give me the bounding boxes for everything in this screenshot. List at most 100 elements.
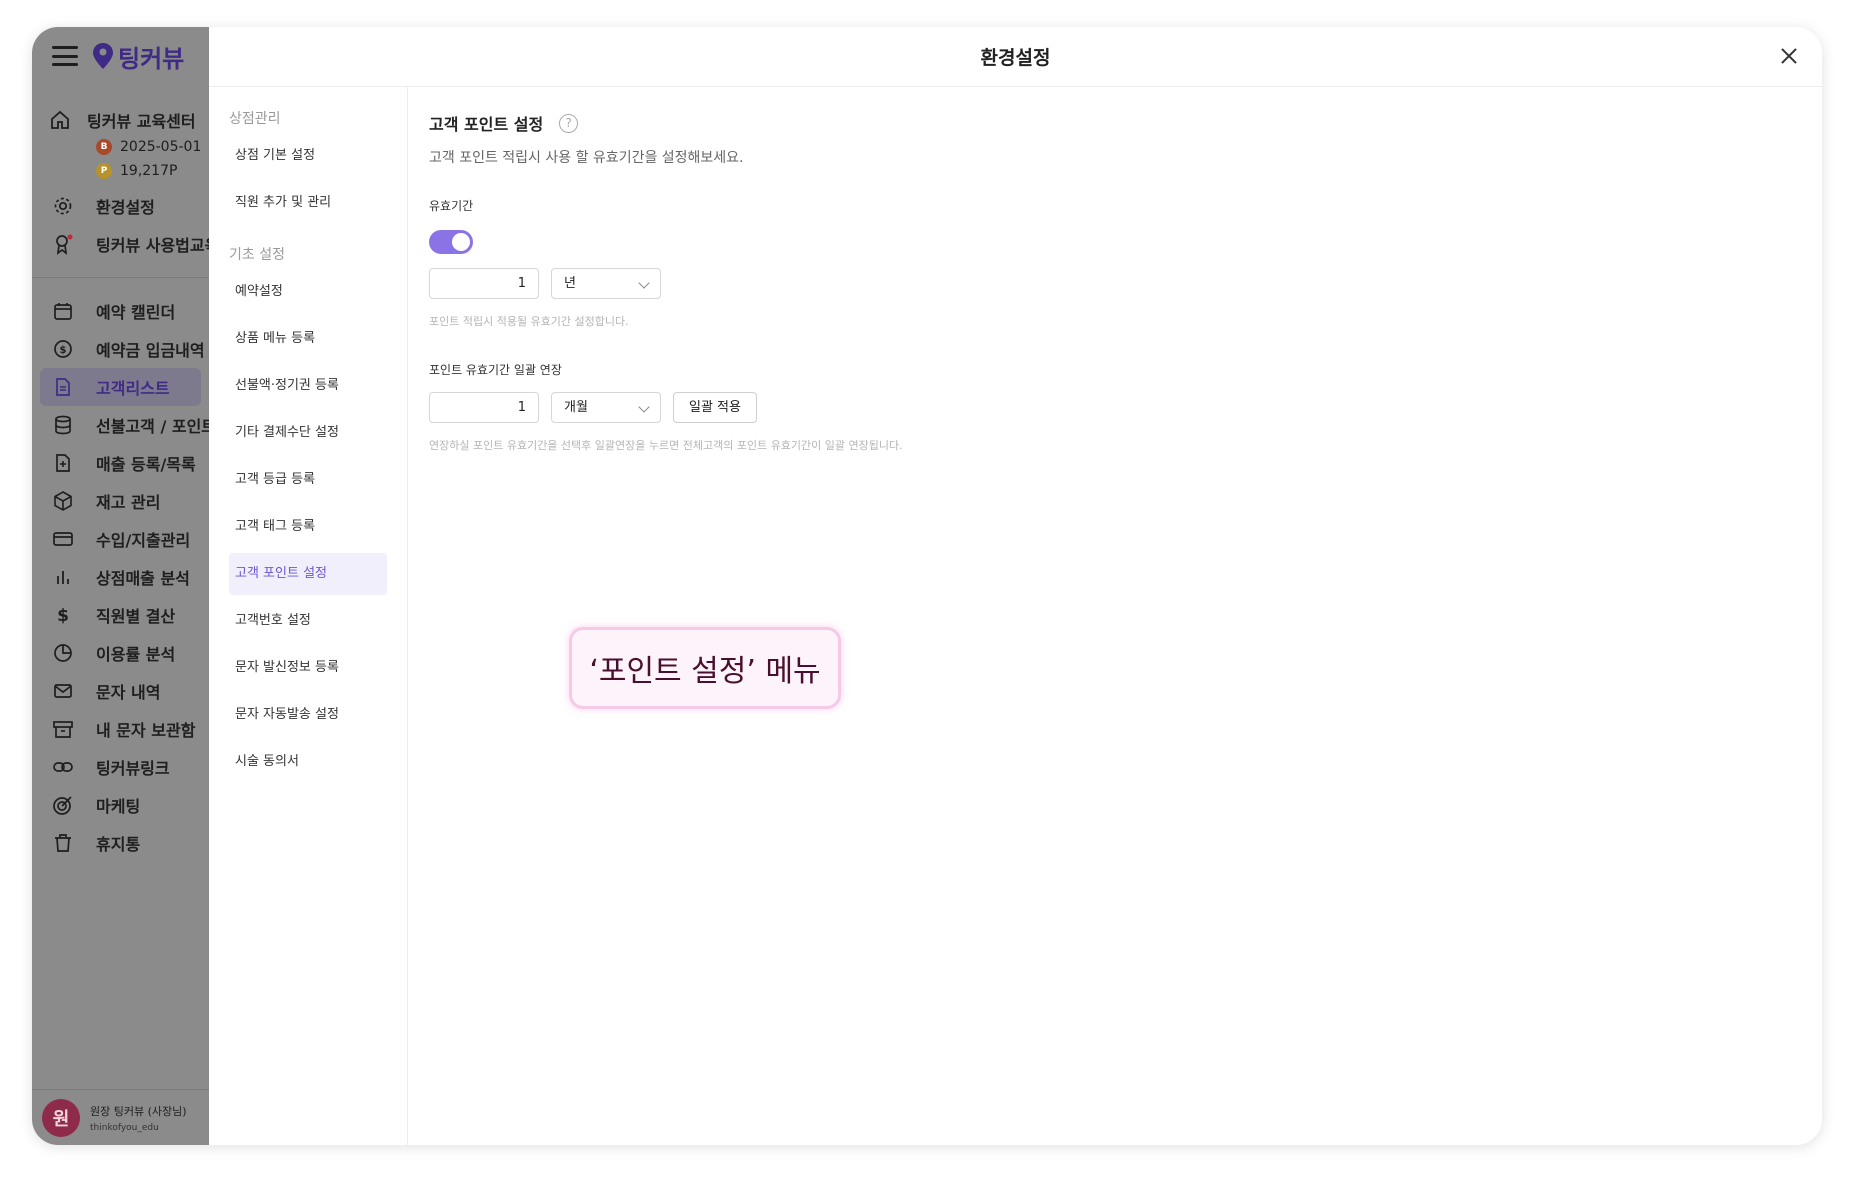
sidebar-item-label: 예약 캘린더 <box>96 303 176 322</box>
user-name: 원장 팅커뷰 (사장님) <box>90 1104 187 1118</box>
settings-nav: 상점관리 상점 기본 설정 직원 추가 및 관리 기초 설정 예약설정 상품 메… <box>209 87 408 1145</box>
card-icon <box>53 532 73 546</box>
svg-text:$: $ <box>57 606 69 626</box>
close-icon[interactable] <box>1776 43 1802 69</box>
sidebar-item-archive[interactable]: 내 문자 보관함 <box>32 710 209 748</box>
store-name: 팅커뷰 교육센터 <box>87 112 196 131</box>
link-icon <box>53 762 73 772</box>
sidebar-item-label: 내 문자 보관함 <box>96 721 196 740</box>
nav-item-auto-send[interactable]: 문자 자동발송 설정 <box>229 694 387 736</box>
sidebar-item-trash[interactable]: 휴지통 <box>32 824 209 862</box>
logo: 팅커뷰 <box>92 39 184 74</box>
hamburger-menu-icon[interactable] <box>52 46 78 66</box>
gear-icon <box>54 197 72 215</box>
validity-input[interactable]: 1 <box>429 268 539 299</box>
extend-hint: 연장하실 포인트 유효기간을 선택후 일괄연장을 누르면 전체고객의 포인트 유… <box>429 439 903 452</box>
sidebar-item-label: 고객리스트 <box>96 379 170 398</box>
user-profile[interactable]: 원 원장 팅커뷰 (사장님) thinkofyou_edu <box>32 1089 209 1145</box>
nav-item-consent[interactable]: 시술 동의서 <box>229 741 387 783</box>
nav-item-product-menu[interactable]: 상품 메뉴 등록 <box>229 318 387 360</box>
store-name-row[interactable]: 팅커뷰 교육센터 <box>49 105 209 135</box>
deposit-icon: $ <box>54 340 72 358</box>
nav-item-store-basic[interactable]: 상점 기본 설정 <box>229 135 387 177</box>
help-icon[interactable]: ? <box>559 113 579 133</box>
points-row: P 19,217P <box>49 159 209 183</box>
bar-chart-icon <box>57 571 69 584</box>
badge-b-icon: B <box>96 139 112 155</box>
point-settings-content: 고객 포인트 설정 ? 고객 포인트 적립시 사용 할 유효기간을 설정해보세요… <box>429 87 1822 1145</box>
sidebar-item-label: 휴지통 <box>96 835 141 854</box>
avatar: 원 <box>42 1098 80 1137</box>
validity-toggle[interactable] <box>429 230 473 254</box>
nav-item-customer-number[interactable]: 고객번호 설정 <box>229 600 387 642</box>
validity-label: 유효기간 <box>429 199 474 213</box>
store-info: 팅커뷰 교육센터 B 2025-05-01 P 19,217P <box>32 85 209 183</box>
sidebar-item-calendar[interactable]: 예약 캘린더 <box>32 292 209 330</box>
nav-item-sender-info[interactable]: 문자 발신정보 등록 <box>229 647 387 689</box>
sidebar-item-link[interactable]: 팅커뷰링크 <box>32 748 209 786</box>
sidebar-item-label: 팅커뷰링크 <box>96 759 170 778</box>
section-title: 고객 포인트 설정 ? <box>429 109 1822 137</box>
extend-label: 포인트 유효기간 일괄 연장 <box>429 363 562 377</box>
section-description: 고객 포인트 적립시 사용 할 유효기간을 설정해보세요. <box>429 150 744 166</box>
nav-item-tag[interactable]: 고객 태그 등록 <box>229 506 387 548</box>
sidebar-item-inventory[interactable]: 재고 관리 <box>32 482 209 520</box>
sidebar-item-sales[interactable]: 매출 등록/목록 <box>32 444 209 482</box>
tutorial-callout: ‘포인트 설정’ 메뉴 <box>569 627 841 709</box>
sidebar-item-settlement[interactable]: $ 직원별 결산 <box>32 596 209 634</box>
sidebar-item-income[interactable]: 수입/지출관리 <box>32 520 209 558</box>
document-icon <box>56 378 70 396</box>
nav-item-staff[interactable]: 직원 추가 및 관리 <box>229 182 387 224</box>
sidebar-item-education[interactable]: 팅커뷰 사용법교육 <box>32 225 219 263</box>
sidebar-item-label: 이용률 분석 <box>96 645 176 664</box>
box-icon <box>54 491 72 511</box>
extend-input[interactable]: 1 <box>429 392 539 423</box>
trash-icon <box>55 834 71 852</box>
sidebar-item-label: 수입/지출관리 <box>96 531 191 550</box>
sidebar-item-marketing[interactable]: 마케팅 <box>32 786 209 824</box>
apply-all-button[interactable]: 일괄 적용 <box>673 392 757 423</box>
nav-item-grade[interactable]: 고객 등급 등록 <box>229 459 387 501</box>
nav-group-basic: 기초 설정 <box>229 247 285 263</box>
svg-text:$: $ <box>60 345 67 356</box>
nav-item-point[interactable]: 고객 포인트 설정 <box>229 553 387 595</box>
sidebar-item-messages[interactable]: 문자 내역 <box>32 672 209 710</box>
sidebar-item-deposit[interactable]: $ 예약금 입금내역 <box>32 330 209 368</box>
section-title-text: 고객 포인트 설정 <box>429 115 544 134</box>
sidebar-item-customers[interactable]: 고객리스트 <box>40 368 201 406</box>
sidebar-divider <box>32 277 209 278</box>
nav-item-payment[interactable]: 기타 결제수단 설정 <box>229 412 387 454</box>
sidebar-item-label: 상점매출 분석 <box>96 569 190 588</box>
sidebar-item-analysis[interactable]: 상점매출 분석 <box>32 558 209 596</box>
points-value: 19,217P <box>120 163 178 179</box>
modal-title: 환경설정 <box>980 47 1051 69</box>
badge-p-icon: P <box>96 163 112 179</box>
nav-group-store: 상점관리 <box>229 111 281 127</box>
sidebar-item-label: 예약금 입금내역 <box>96 341 205 360</box>
file-plus-icon <box>56 454 70 472</box>
sidebar-item-label: 문자 내역 <box>96 683 161 702</box>
logo-text: 팅커뷰 <box>118 44 185 73</box>
award-icon <box>56 234 73 255</box>
logo-pin-icon <box>93 43 113 69</box>
sidebar-item-label: 환경설정 <box>96 198 155 217</box>
sidebar-item-label: 매출 등록/목록 <box>96 455 196 474</box>
pie-chart-icon <box>54 644 72 662</box>
mail-icon <box>54 684 72 698</box>
user-id: thinkofyou_edu <box>90 1122 159 1133</box>
home-icon <box>51 110 69 129</box>
validity-unit-select[interactable]: 년 <box>551 268 661 299</box>
validity-hint: 포인트 적립시 적용될 유효기간 설정합니다. <box>429 315 629 328</box>
target-icon <box>53 796 72 815</box>
sidebar-header: 팅커뷰 <box>32 27 209 85</box>
sidebar-item-settings[interactable]: 환경설정 <box>32 187 209 225</box>
sidebar-item-usage[interactable]: 이용률 분석 <box>32 634 209 672</box>
settings-modal: 환경설정 상점관리 상점 기본 설정 직원 추가 및 관리 기초 설정 예약설정… <box>209 27 1822 1145</box>
nav-item-reservation[interactable]: 예약설정 <box>229 271 387 313</box>
nav-item-prepaid[interactable]: 선불액·정기권 등록 <box>229 365 387 407</box>
extend-unit-select[interactable]: 개월 <box>551 392 661 423</box>
dollar-icon: $ <box>57 606 69 626</box>
sidebar-item-prepaid[interactable]: 선불고객 / 포인트고객 <box>32 406 245 444</box>
expire-date: 2025-05-01 <box>120 139 202 155</box>
modal-header: 환경설정 <box>209 27 1822 87</box>
